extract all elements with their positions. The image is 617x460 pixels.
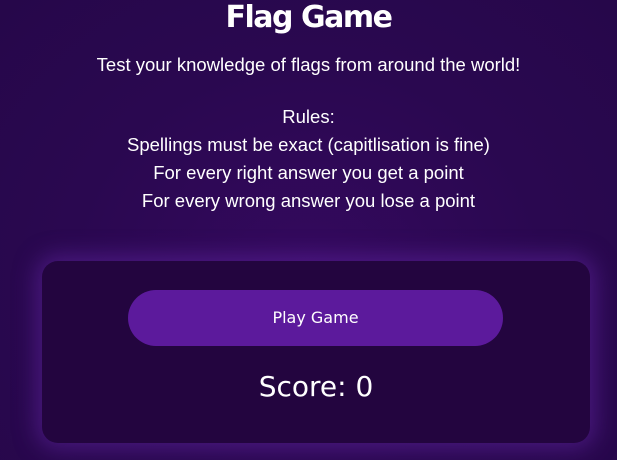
rule-item-right-answer: For every right answer you get a point [153, 162, 464, 183]
score-display: Score: 0 [258, 370, 374, 403]
rule-item-exact-spelling: Spellings must be exact (capitlisation i… [127, 134, 490, 155]
rule-item-wrong-answer: For every wrong answer you lose a point [141, 190, 476, 211]
page-subtitle: Test your knowledge of flags from around… [96, 54, 521, 75]
page-title: Flag Game [225, 0, 393, 35]
play-game-button[interactable]: Play Game [128, 290, 503, 346]
rules-section: Rules: Spellings must be exact (capitlis… [0, 103, 617, 215]
game-card: Play Game Score: 0 [42, 261, 590, 443]
rules-heading: Rules: [282, 106, 335, 127]
